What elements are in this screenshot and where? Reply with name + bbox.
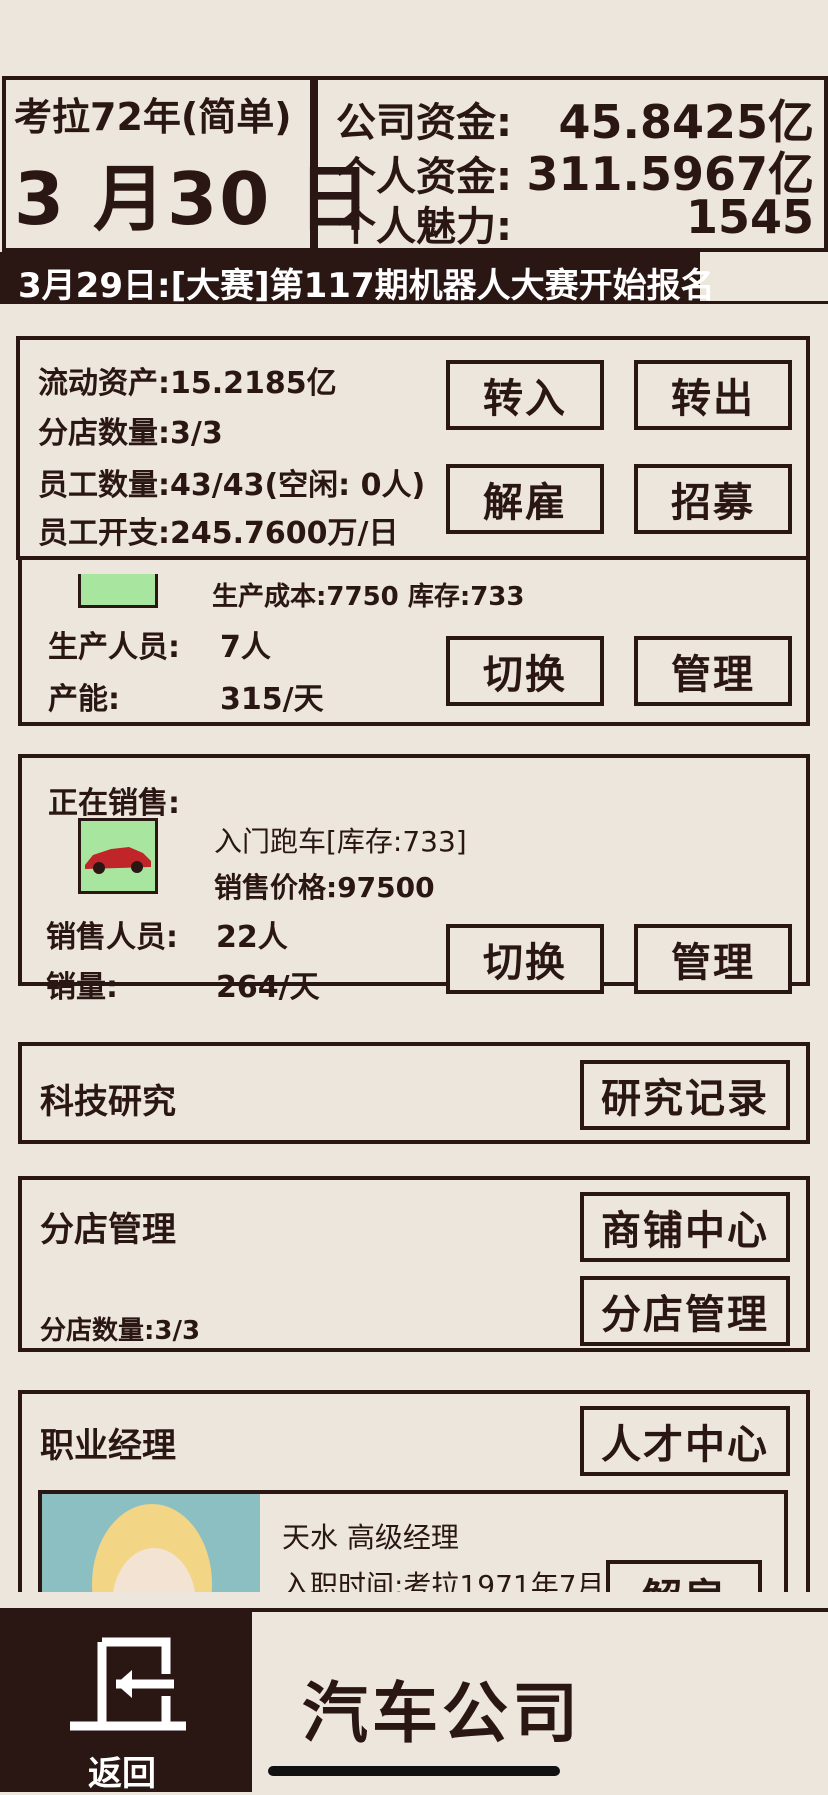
production-staff-label: 生产人员: <box>48 630 180 665</box>
production-manage-button[interactable]: 管理 <box>634 636 792 706</box>
staff-cost: 员工开支:245.7600万/日 <box>38 516 399 551</box>
transfer-in-button[interactable]: 转入 <box>446 360 604 430</box>
sports-car-image <box>78 818 158 894</box>
sports-car-icon <box>85 847 151 874</box>
news-ticker-text: 3月29日:[大赛]第117期机器人大赛开始报名 <box>18 266 715 306</box>
company-funds-label: 公司资金: <box>336 100 512 146</box>
charm-label: 个人魅力: <box>336 204 512 250</box>
fire-staff-button[interactable]: 解雇 <box>446 464 604 534</box>
transfer-out-button[interactable]: 转出 <box>634 360 792 430</box>
page-title: 汽车公司 <box>302 1675 582 1752</box>
sales-volume-value: 264/天 <box>216 970 320 1005</box>
exit-door-icon <box>70 1637 186 1731</box>
charm-value: 1545 <box>685 190 814 244</box>
sales-price: 销售价格:97500 <box>214 871 435 904</box>
manager-title: 职业经理 <box>40 1426 176 1466</box>
sales-volume-label: 销量: <box>46 970 118 1005</box>
home-indicator <box>268 1766 560 1776</box>
production-capacity-value: 315/天 <box>220 682 324 717</box>
shop-center-button[interactable]: 商铺中心 <box>580 1192 790 1262</box>
back-label: 返回 <box>88 1754 156 1794</box>
research-records-button[interactable]: 研究记录 <box>580 1060 790 1130</box>
production-switch-button[interactable]: 切换 <box>446 636 604 706</box>
staff-count: 员工数量:43/43(空闲: 0人) <box>38 468 426 503</box>
sales-title: 正在销售: <box>48 786 180 821</box>
production-cost-stock: 生产成本:7750 库存:733 <box>212 582 525 612</box>
year-mode-label: 考拉72年(简单) <box>14 95 292 139</box>
production-capacity-label: 产能: <box>48 682 120 717</box>
production-product-image <box>78 574 158 608</box>
sales-manage-button[interactable]: 管理 <box>634 924 792 994</box>
sales-product: 入门跑车[库存:733] <box>214 825 467 858</box>
back-button[interactable]: 返回 <box>0 1608 252 1794</box>
sales-staff-label: 销售人员: <box>46 920 178 955</box>
hire-staff-button[interactable]: 招募 <box>634 464 792 534</box>
news-ticker-tail <box>700 252 828 304</box>
sales-switch-button[interactable]: 切换 <box>446 924 604 994</box>
manager-portrait <box>42 1494 260 1592</box>
content-scroll[interactable]: 生产成本:7750 库存:733 生产人员: 7人 产能: 315/天 切换 管… <box>0 330 828 1592</box>
sales-staff-value: 22人 <box>216 920 288 955</box>
branch-title: 分店管理 <box>40 1210 176 1250</box>
branch-count-footer: 分店数量:3/3 <box>40 1316 201 1346</box>
manager-fire-button[interactable]: 解雇 <box>606 1560 762 1592</box>
branch-count: 分店数量:3/3 <box>38 416 223 451</box>
manager-portrait-icon <box>92 1504 212 1592</box>
branch-manage-button[interactable]: 分店管理 <box>580 1276 790 1346</box>
talent-center-button[interactable]: 人才中心 <box>580 1406 790 1476</box>
manager-name-rank: 天水 高级经理 <box>282 1521 459 1554</box>
liquid-assets: 流动资产:15.2185亿 <box>38 366 337 401</box>
research-title: 科技研究 <box>40 1082 176 1122</box>
production-staff-value: 7人 <box>220 630 271 665</box>
